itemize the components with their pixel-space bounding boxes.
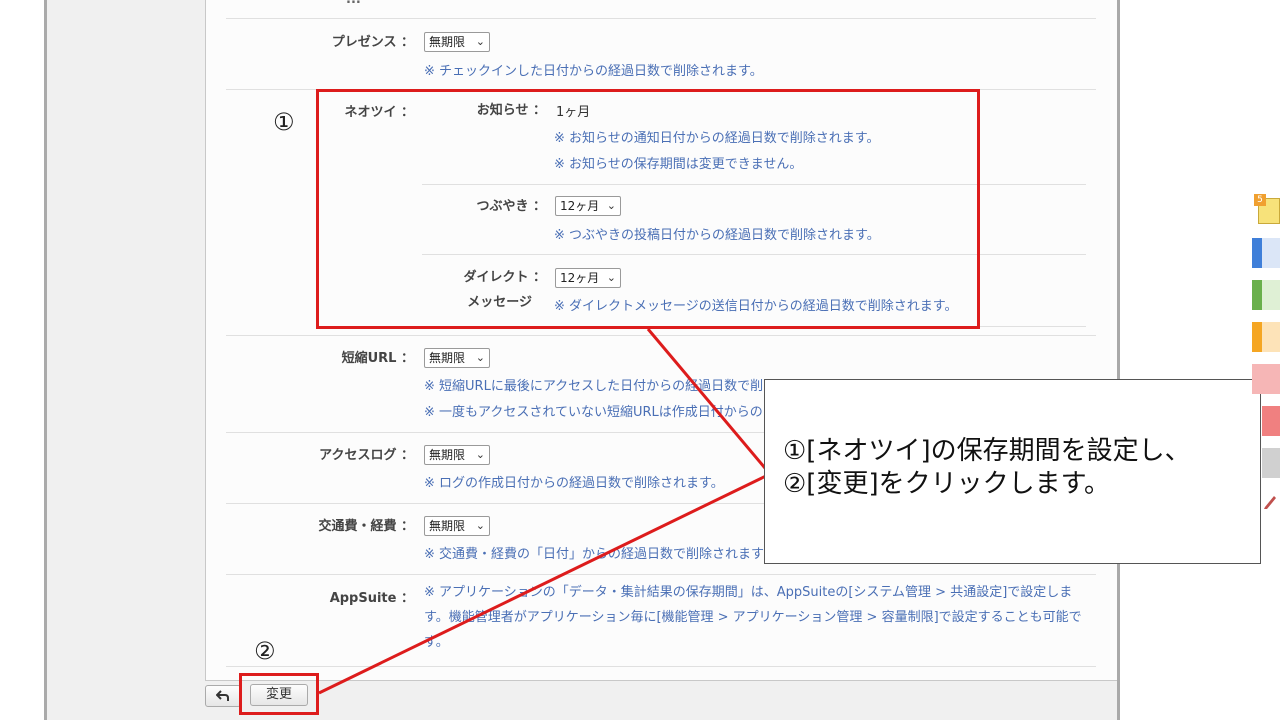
presence-note: ※ チェックインした日付からの経過日数で削除されます。 [424, 64, 763, 79]
pencil-icon[interactable] [1262, 492, 1278, 510]
short-url-label: 短縮URL ： [341, 351, 414, 366]
neotwi-highlight-box [316, 89, 980, 329]
expense-select-value: 無期限 [429, 519, 466, 533]
marker-1: ① [273, 108, 295, 136]
orange-tab-icon[interactable] [1252, 322, 1280, 352]
row-divider [226, 574, 1096, 575]
short-url-select-value: 無期限 [429, 351, 466, 365]
memo-badge-icon[interactable]: 5 [1254, 194, 1280, 224]
red-tab-icon[interactable] [1262, 406, 1280, 436]
row-divider [226, 18, 1096, 19]
memo-badge-count: 5 [1254, 194, 1266, 206]
expense-select[interactable]: 無期限 ⌄ [424, 516, 490, 536]
pencil-glyph [1264, 496, 1276, 509]
appsuite-label: AppSuite ： [329, 591, 414, 606]
access-log-label: アクセスログ ： [319, 448, 414, 463]
callout-line-1: ①[ネオツイ]の保存期間を設定し、 [783, 436, 1191, 466]
short-url-select[interactable]: 無期限 ⌄ [424, 348, 490, 368]
row-divider [226, 666, 1096, 667]
back-button[interactable] [205, 685, 241, 707]
change-highlight-box [239, 673, 319, 715]
short-url-note-2: ※ 一度もアクセスされていない短縮URLは作成日付からの [424, 405, 763, 420]
right-scroll-edge[interactable] [1117, 0, 1120, 720]
expense-label: 交通費・経費 ： [318, 519, 414, 534]
chevron-down-icon: ⌄ [475, 448, 485, 461]
short-url-note-1: ※ 短縮URLに最後にアクセスした日付からの経過日数で削 [424, 379, 764, 394]
chevron-down-icon: ⌄ [475, 351, 485, 364]
expense-note: ※ 交通費・経費の「日付」からの経過日数で削除されます [424, 547, 765, 562]
top-partial-row: ... [346, 0, 361, 7]
instruction-callout: ①[ネオツイ]の保存期間を設定し、 ②[変更]をクリックします。 [764, 379, 1261, 564]
appsuite-note: ※ アプリケーションの「データ・集計結果の保存期間」は、AppSuiteの[シス… [424, 585, 1082, 650]
blue-tab-icon[interactable] [1252, 238, 1280, 268]
chevron-down-icon: ⌄ [475, 519, 485, 532]
back-arrow-icon [215, 690, 229, 701]
presence-select-value: 無期限 [429, 35, 466, 49]
chevron-down-icon: ⌄ [475, 35, 485, 48]
callout-line-2: ②[変更]をクリックします。 [783, 469, 1110, 499]
left-gutter [0, 0, 44, 720]
access-log-select-value: 無期限 [429, 448, 466, 462]
access-log-select[interactable]: 無期限 ⌄ [424, 445, 490, 465]
presence-select[interactable]: 無期限 ⌄ [424, 32, 490, 52]
presence-label: プレゼンス ： [331, 35, 414, 50]
marker-2: ② [254, 637, 276, 665]
access-log-note: ※ ログの作成日付からの経過日数で削除されます。 [424, 476, 724, 491]
gray-tab-icon[interactable] [1262, 448, 1280, 478]
row-divider [226, 335, 1096, 336]
green-tab-icon[interactable] [1252, 280, 1280, 310]
pink-tab-icon[interactable] [1252, 364, 1280, 394]
